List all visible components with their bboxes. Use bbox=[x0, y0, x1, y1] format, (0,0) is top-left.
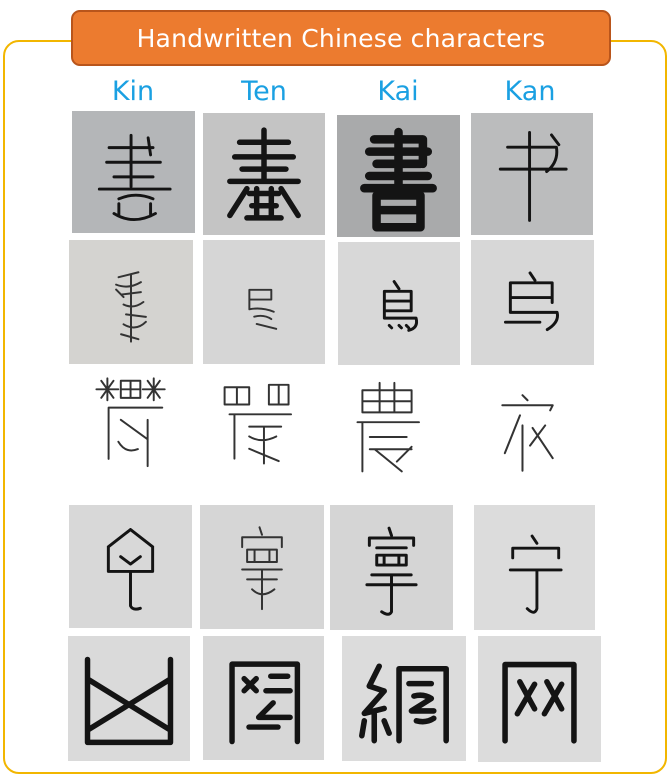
character-image-r3-ten bbox=[200, 372, 323, 496]
column-header-kan: Kan bbox=[504, 76, 556, 107]
title-banner: Handwritten Chinese characters bbox=[71, 10, 611, 66]
character-image-r5-kan bbox=[478, 636, 601, 762]
character-image-r1-ten bbox=[203, 113, 325, 235]
character-image-r3-kan bbox=[455, 370, 595, 496]
character-image-r5-ten bbox=[203, 636, 324, 760]
column-header-ten: Ten bbox=[241, 76, 287, 107]
figure-title: Handwritten Chinese characters bbox=[136, 23, 546, 53]
column-header-kai: Kai bbox=[377, 76, 419, 107]
character-image-r3-kai bbox=[325, 373, 449, 496]
character-image-r2-kin bbox=[69, 240, 193, 364]
character-image-r5-kin bbox=[68, 636, 190, 761]
character-image-r4-ten bbox=[200, 505, 324, 629]
character-image-r5-kai bbox=[342, 636, 466, 761]
character-image-r4-kai bbox=[330, 505, 453, 630]
character-image-r4-kin bbox=[69, 505, 192, 628]
character-image-r3-kin bbox=[72, 370, 194, 494]
character-image-r2-ten bbox=[203, 240, 325, 364]
column-header-kin: Kin bbox=[111, 76, 155, 107]
character-image-r4-kan bbox=[474, 505, 595, 630]
character-image-r1-kin bbox=[72, 111, 195, 233]
character-image-r1-kai bbox=[337, 115, 460, 237]
character-image-r2-kan bbox=[471, 240, 594, 365]
character-image-r2-kai bbox=[338, 242, 460, 365]
character-image-r1-kan bbox=[471, 113, 593, 235]
